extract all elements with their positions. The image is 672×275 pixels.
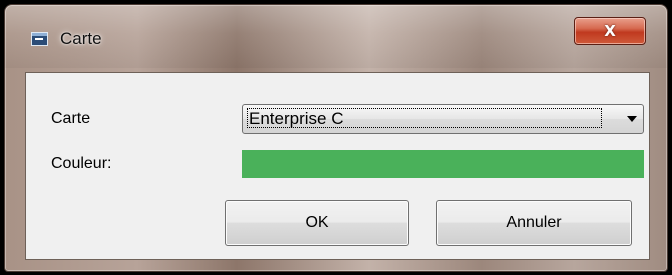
carte-dropdown[interactable]: Enterprise C bbox=[242, 104, 644, 134]
chevron-down-icon bbox=[627, 116, 637, 122]
close-icon: X bbox=[604, 22, 616, 40]
close-button[interactable]: X bbox=[574, 17, 646, 45]
title-bar[interactable]: Carte X bbox=[5, 5, 667, 68]
window-title: Carte bbox=[60, 29, 102, 48]
carte-selected-value: Enterprise C bbox=[247, 108, 602, 128]
title-bar-glass bbox=[5, 5, 667, 68]
cancel-button[interactable]: Annuler bbox=[436, 200, 632, 246]
ok-button[interactable]: OK bbox=[225, 200, 409, 246]
carte-label: Carte bbox=[51, 110, 91, 127]
color-swatch[interactable] bbox=[242, 150, 644, 178]
dialog-content: Carte Enterprise C Couleur: OK Annuler bbox=[25, 72, 650, 260]
couleur-label: Couleur: bbox=[51, 155, 112, 172]
card-icon bbox=[31, 32, 48, 46]
dialog-window: Carte X Carte Enterprise C Couleur: OK A… bbox=[4, 4, 668, 272]
